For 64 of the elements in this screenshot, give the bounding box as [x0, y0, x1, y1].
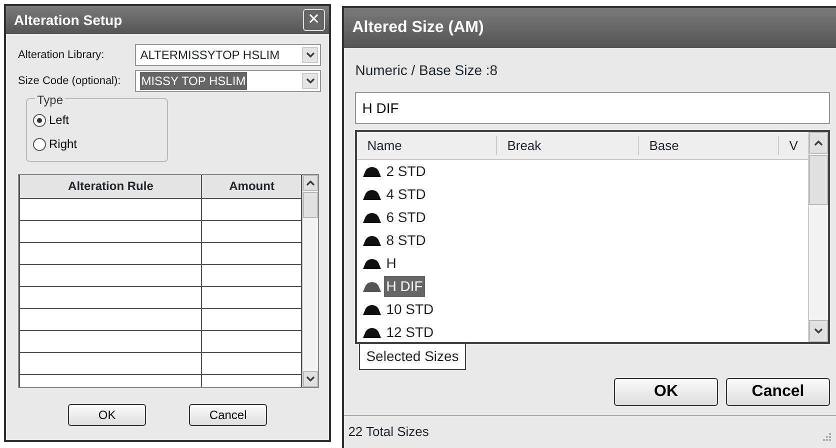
scrollbar[interactable]	[808, 132, 828, 342]
table-cell[interactable]	[20, 308, 202, 330]
table-cell[interactable]	[202, 264, 302, 286]
dropdown-field[interactable]: MISSY TOP HSLIM	[135, 70, 322, 92]
size-icon	[363, 189, 382, 200]
scroll-down-icon[interactable]	[809, 320, 828, 342]
table-cell[interactable]	[202, 330, 302, 352]
column-header: Alteration Rule	[20, 175, 202, 198]
dropdown-field[interactable]: ALTERMISSYTOP HSLIM	[135, 44, 322, 66]
base-size-label: Numeric / Base Size :8	[354, 61, 499, 80]
table-cell[interactable]	[20, 352, 202, 374]
field-label: Size Code (optional):	[18, 74, 121, 89]
table-cell[interactable]	[20, 242, 202, 264]
size-icon	[363, 258, 382, 269]
list-item[interactable]: 2 STD	[384, 161, 428, 182]
radio-option[interactable]: Right	[33, 135, 78, 153]
ok-button[interactable]: OK	[614, 378, 718, 406]
scroll-thumb[interactable]	[303, 192, 318, 218]
table-cell[interactable]	[202, 286, 302, 308]
field-label: Alteration Library:	[18, 48, 104, 63]
size-icon	[363, 235, 382, 246]
list-item[interactable]: 10 STD	[384, 299, 436, 320]
scroll-thumb[interactable]	[809, 155, 828, 205]
table-cell[interactable]	[20, 220, 202, 242]
column-header[interactable]: Name	[357, 136, 498, 156]
table-cell[interactable]	[202, 220, 302, 242]
table-cell[interactable]	[202, 308, 302, 330]
ok-button[interactable]: OK	[68, 404, 146, 426]
size-icon	[363, 212, 382, 223]
list-item[interactable]: H	[384, 253, 398, 274]
column-header[interactable]: V	[779, 136, 806, 156]
scroll-up-icon[interactable]	[809, 132, 828, 154]
resize-grip-icon	[822, 432, 832, 442]
table-cell[interactable]	[202, 352, 302, 374]
column-header[interactable]: Base	[639, 136, 780, 156]
size-icon	[363, 327, 382, 338]
column-header: Amount	[202, 175, 302, 198]
table-cell[interactable]	[20, 330, 202, 352]
close-button[interactable]: ✕	[303, 9, 326, 31]
scroll-down-icon[interactable]	[303, 371, 318, 387]
list-item[interactable]: 8 STD	[384, 230, 428, 251]
window-title: Alteration Setup	[14, 10, 122, 30]
table-cell[interactable]	[20, 198, 202, 220]
scroll-up-icon[interactable]	[303, 175, 318, 191]
status-text: 22 Total Sizes	[348, 423, 429, 441]
window-title: Altered Size (AM)	[352, 18, 484, 38]
radio-option[interactable]: Left	[33, 111, 70, 129]
table-cell[interactable]	[202, 198, 302, 220]
cancel-button[interactable]: Cancel	[726, 378, 830, 406]
size-icon	[363, 166, 382, 177]
table-cell[interactable]	[202, 242, 302, 264]
list-item[interactable]: 6 STD	[384, 207, 428, 228]
list-item[interactable]: 12 STD	[384, 322, 436, 343]
column-header[interactable]: Break	[497, 136, 640, 156]
table-cell[interactable]	[20, 264, 202, 286]
cancel-button[interactable]: Cancel	[189, 404, 268, 426]
size-icon	[363, 304, 382, 315]
size-icon	[363, 281, 382, 292]
scrollbar[interactable]	[302, 175, 318, 387]
search-field[interactable]: H DIF	[355, 92, 830, 124]
tab[interactable]: Selected Sizes	[359, 344, 466, 370]
table-cell[interactable]	[20, 286, 202, 308]
list-item[interactable]: H DIF	[384, 276, 425, 297]
list-item[interactable]: 4 STD	[384, 184, 428, 205]
